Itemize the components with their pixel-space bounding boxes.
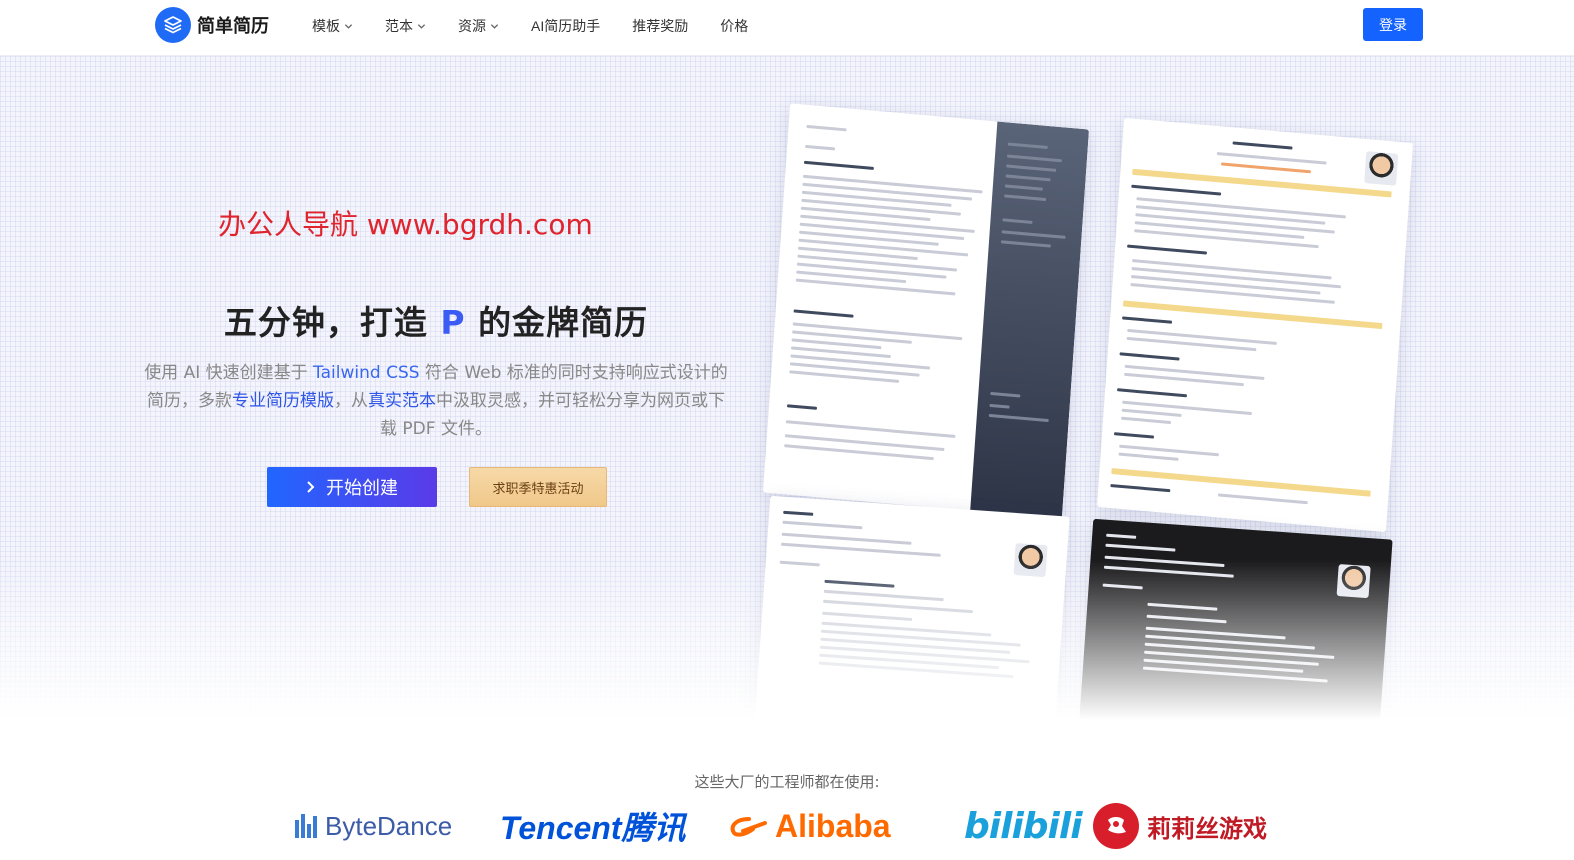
login-button[interactable]: 登录 bbox=[1363, 8, 1423, 41]
menu-ai-assistant-label: AI简历助手 bbox=[531, 18, 601, 34]
menu-samples-label: 范本 bbox=[385, 18, 413, 34]
chevron-down-icon bbox=[417, 23, 426, 29]
menu-templates[interactable]: 模板 bbox=[312, 16, 353, 36]
headline-accent: P bbox=[440, 303, 466, 342]
menu-templates-label: 模板 bbox=[312, 18, 340, 34]
hero-headline: 五分钟，打造 P 的金牌简历 bbox=[0, 296, 872, 344]
resume-preview-card bbox=[1079, 518, 1393, 720]
menu-resources-label: 资源 bbox=[458, 18, 486, 34]
brand-name: 简单简历 bbox=[197, 16, 269, 36]
menu-ai-assistant[interactable]: AI简历助手 bbox=[531, 16, 600, 36]
brand-logo[interactable]: 简单简历 bbox=[155, 7, 269, 43]
alibaba-text: Alibaba bbox=[775, 807, 891, 844]
resume-avatar bbox=[1336, 564, 1371, 599]
resume-preview-card bbox=[762, 103, 1090, 519]
chevron-right-icon bbox=[307, 481, 315, 493]
tencent-logo: Tencent腾讯 bbox=[500, 810, 686, 846]
promo-button[interactable]: 求职季特惠活动 bbox=[469, 467, 607, 507]
main-menu: 模板 范本 资源 AI简历助手 推荐奖励 价格 bbox=[312, 16, 780, 36]
chevron-down-icon bbox=[344, 23, 353, 29]
layers-icon bbox=[155, 7, 191, 43]
lilith-mark-icon bbox=[1093, 803, 1139, 849]
lilith-logo: 莉莉丝游戏 bbox=[1093, 800, 1267, 852]
alibaba-mark-icon bbox=[730, 817, 767, 837]
menu-referral[interactable]: 推荐奖励 bbox=[632, 16, 688, 36]
menu-pricing[interactable]: 价格 bbox=[720, 16, 748, 36]
templates-link[interactable]: 专业简历模版 bbox=[232, 391, 334, 411]
menu-referral-label: 推荐奖励 bbox=[632, 18, 689, 34]
sub-text-3: ，从 bbox=[334, 391, 368, 411]
menu-pricing-label: 价格 bbox=[720, 18, 749, 34]
sub-text-1: 使用 AI 快速创建基于 bbox=[144, 363, 314, 383]
start-create-button[interactable]: 开始创建 bbox=[267, 467, 437, 507]
resume-avatar bbox=[1013, 543, 1048, 578]
resume-preview-card bbox=[754, 495, 1070, 720]
menu-samples[interactable]: 范本 bbox=[385, 16, 426, 36]
headline-suffix: 的金牌简历 bbox=[478, 303, 649, 342]
hero-section: 办公人导航 www.bgrdh.com 五分钟，打造 P 的金牌简历 使用 AI… bbox=[0, 56, 1574, 720]
tailwind-link[interactable]: Tailwind CSS bbox=[313, 363, 419, 383]
bytedance-logo: ByteDance bbox=[295, 800, 452, 852]
bytedance-text: ByteDance bbox=[325, 810, 453, 841]
watermark-text: 办公人导航 www.bgrdh.com bbox=[218, 208, 593, 241]
logos-title: 这些大厂的工程师都在使用: bbox=[694, 773, 880, 791]
resume-sidebar bbox=[970, 121, 1090, 519]
start-create-label: 开始创建 bbox=[326, 478, 398, 499]
top-navbar: 简单简历 模板 范本 资源 AI简历助手 推荐奖励 价格 登录 bbox=[0, 0, 1574, 56]
menu-resources[interactable]: 资源 bbox=[458, 16, 499, 36]
lilith-text: 莉莉丝游戏 bbox=[1147, 814, 1267, 843]
samples-link[interactable]: 真实范本 bbox=[368, 391, 436, 411]
headline-prefix: 五分钟，打造 bbox=[223, 303, 428, 342]
alibaba-logo: Alibaba bbox=[729, 800, 891, 852]
chevron-down-icon bbox=[490, 23, 499, 29]
hero-description: 使用 AI 快速创建基于 Tailwind CSS 符合 Web 标准的同时支持… bbox=[144, 359, 728, 443]
resume-preview-card bbox=[1096, 117, 1414, 533]
resume-avatar bbox=[1364, 151, 1399, 186]
bytedance-bars-icon bbox=[295, 814, 317, 838]
bilibili-logo: bilibili bbox=[964, 805, 1083, 847]
